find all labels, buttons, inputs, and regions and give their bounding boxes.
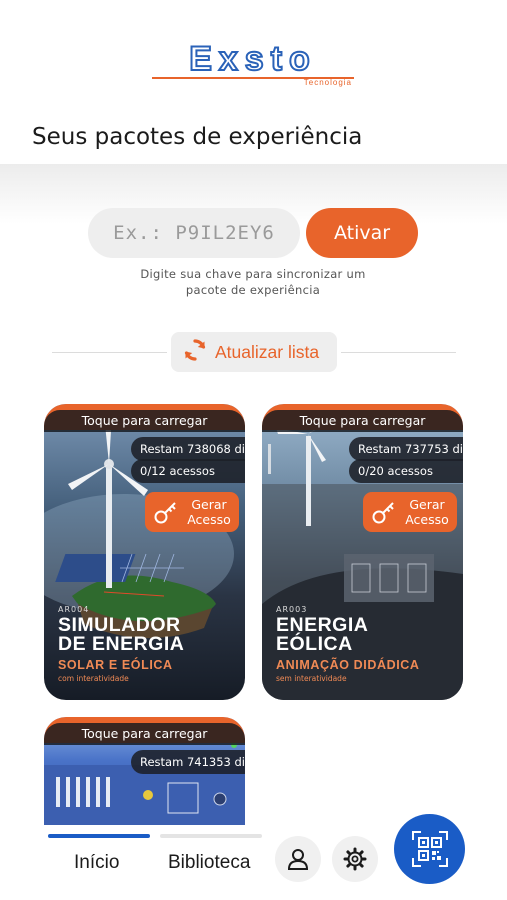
package-card-ar003[interactable]: Toque para carregar Restam 737753 dia 0/… [262, 404, 463, 700]
access-count: 0/20 acessos [349, 459, 463, 483]
key-icon [153, 499, 179, 525]
generate-access-label: Gerar Acesso [405, 497, 449, 527]
generate-access-button[interactable]: Gerar Acesso [363, 492, 457, 532]
activate-button[interactable]: Ativar [306, 208, 418, 258]
package-code: AR004 [58, 605, 90, 614]
package-subtitle: SOLAR E EÓLICA [58, 658, 173, 672]
profile-button[interactable] [275, 836, 321, 882]
logo-subtitle: Tecnologia [303, 78, 352, 87]
access-count: 0/12 acessos [131, 459, 245, 483]
user-icon [285, 846, 311, 872]
divider-left [52, 352, 167, 353]
exsto-logo: Exsto Tecnologia [152, 39, 354, 87]
remaining-days: Restam 738068 dia [131, 437, 245, 461]
package-note: com interatividade [58, 674, 129, 683]
generate-access-button[interactable]: Gerar Acesso [145, 492, 239, 532]
package-title-line2: EÓLICA [276, 633, 353, 655]
update-list-label: Atualizar lista [215, 341, 320, 362]
logo-word: Exsto [188, 39, 317, 79]
package-card-partial[interactable]: Toque para carregar Restam 741353 dia [44, 717, 245, 825]
update-list-button[interactable]: Atualizar lista [171, 332, 337, 372]
page-title: Seus pacotes de experiência [32, 124, 363, 150]
package-title: SIMULADOR DE ENERGIA [58, 615, 185, 655]
tap-to-load-label: Toque para carregar [262, 410, 463, 432]
tab-indicator-active [48, 834, 150, 838]
key-icon [371, 499, 397, 525]
remaining-days: Restam 741353 dia [131, 750, 245, 774]
package-title-line2: DE ENERGIA [58, 633, 185, 655]
refresh-icon [183, 338, 207, 366]
tap-to-load-label: Toque para carregar [44, 723, 245, 745]
tab-indicator-inactive [160, 834, 262, 838]
key-input[interactable] [88, 208, 300, 258]
qr-scan-button[interactable] [394, 814, 465, 884]
tab-biblioteca[interactable]: Biblioteca [168, 852, 250, 874]
divider-right [341, 352, 456, 353]
generate-access-label: Gerar Acesso [187, 497, 231, 527]
package-title: ENERGIA EÓLICA [276, 615, 368, 655]
tab-inicio[interactable]: Início [74, 852, 119, 874]
settings-button[interactable] [332, 836, 378, 882]
tap-to-load-label: Toque para carregar [44, 410, 245, 432]
remaining-days: Restam 737753 dia [349, 437, 463, 461]
package-subtitle: ANIMAÇÃO DIDÁDICA [276, 658, 420, 672]
qr-code-icon [411, 830, 449, 868]
package-note: sem interatividade [276, 674, 347, 683]
activation-hint: Digite sua chave para sincronizar um pac… [140, 267, 366, 297]
package-card-ar004[interactable]: Toque para carregar Restam 738068 dia 0/… [44, 404, 245, 700]
package-code: AR003 [276, 605, 308, 614]
gear-icon [342, 846, 368, 872]
